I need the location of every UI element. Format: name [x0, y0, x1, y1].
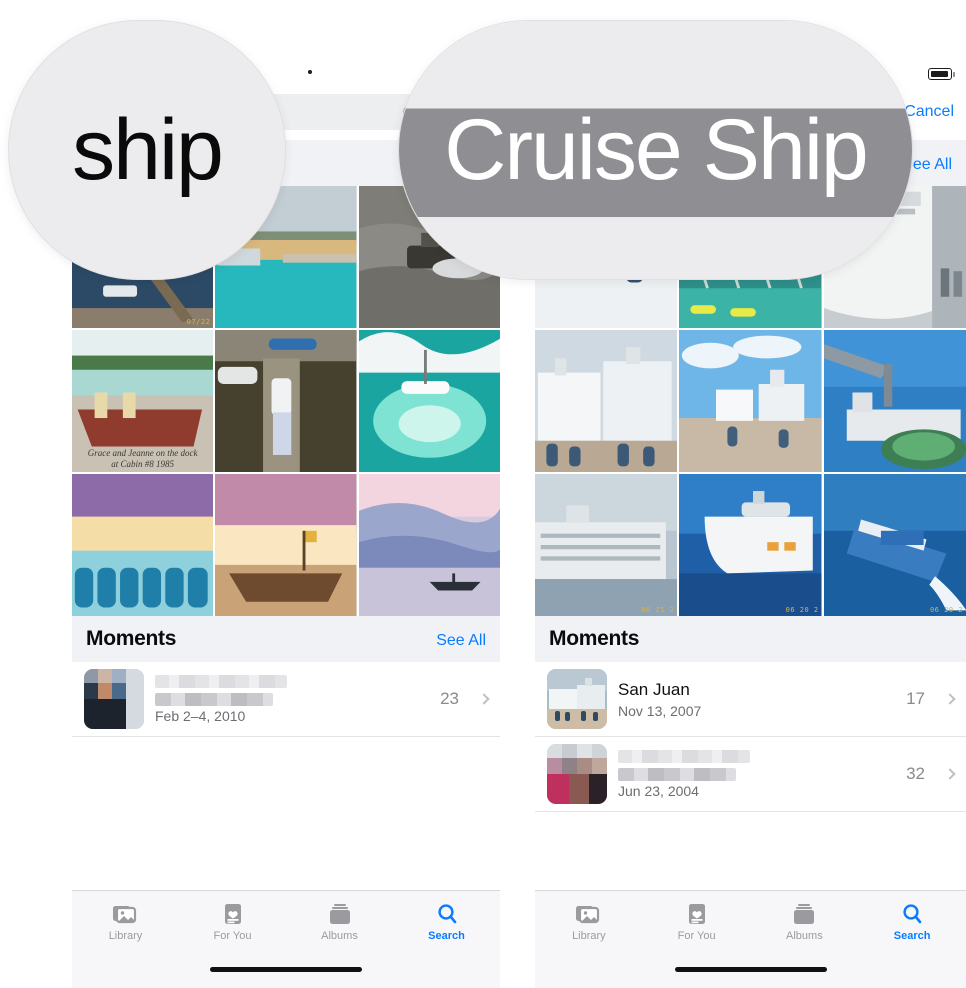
- photo-thumbnail[interactable]: [358, 474, 500, 616]
- photos-icon: [575, 903, 602, 925]
- tab-label: For You: [677, 929, 716, 942]
- moment-list-item[interactable]: Feb 2–4, 2010 23: [72, 662, 500, 737]
- photo-thumbnail[interactable]: [535, 330, 678, 472]
- moment-title-redacted: [618, 749, 750, 763]
- foryou-icon: [684, 903, 710, 925]
- tab-bar-left: Library For You Albums Search: [72, 890, 500, 988]
- moments-section-header-left: Moments See All: [72, 616, 500, 662]
- screenshot-root: ship Cancel 64 Photos See All: [0, 0, 966, 988]
- photo-date-stamp: 06 20 2: [929, 606, 963, 614]
- moment-title: San Juan: [618, 680, 690, 700]
- photo-thumbnail[interactable]: Grace and Jeanne on the dock at Cabin #8…: [72, 330, 214, 472]
- zoom-callout-keyword-text: ship: [72, 102, 224, 198]
- tab-bar-right: Library For You Albums Search: [535, 890, 966, 988]
- photos-icon: [112, 903, 139, 925]
- status-indicator-dot: [308, 70, 312, 74]
- moment-thumbnail: [547, 669, 607, 729]
- zoom-callout-suggestion: Cruise Ship: [398, 20, 913, 280]
- battery-icon: [928, 68, 955, 80]
- moment-date: Feb 2–4, 2010: [155, 707, 246, 724]
- tab-label: Search: [428, 929, 465, 942]
- photo-date-stamp: 06 20 2: [785, 606, 819, 614]
- search-icon: [434, 903, 460, 925]
- photo-thumbnail[interactable]: [358, 330, 500, 472]
- moment-photo-count: 23: [440, 689, 459, 708]
- moment-text-block: San Juan Nov 13, 2007: [618, 679, 895, 718]
- chevron-right-icon: [478, 693, 490, 705]
- tab-search[interactable]: Search: [858, 903, 966, 942]
- home-indicator: [210, 967, 362, 972]
- photo-thumbnail[interactable]: 06 21 2: [535, 474, 678, 616]
- moment-date: Jun 23, 2004: [618, 782, 699, 799]
- chevron-right-icon: [944, 768, 956, 780]
- moment-title-redacted-2: [618, 767, 736, 781]
- chevron-right-icon: [944, 693, 956, 705]
- moment-text-block: Feb 2–4, 2010: [155, 674, 429, 724]
- home-indicator: [674, 967, 827, 972]
- moment-text-block: Jun 23, 2004: [618, 749, 895, 799]
- moment-thumbnail: [84, 669, 144, 729]
- moment-title-redacted: [155, 674, 287, 688]
- tab-library[interactable]: Library: [535, 903, 643, 942]
- moment-list-item[interactable]: Jun 23, 2004 32: [535, 737, 966, 812]
- tab-label: Library: [108, 929, 143, 942]
- photo-thumbnail[interactable]: [215, 330, 357, 472]
- moments-see-all-link[interactable]: See All: [436, 632, 486, 650]
- tab-label: Albums: [321, 929, 358, 942]
- cancel-button[interactable]: Cancel: [904, 103, 954, 121]
- tab-for-you[interactable]: For You: [179, 903, 286, 942]
- tab-label: Library: [572, 929, 606, 942]
- moment-thumbnail: [547, 744, 607, 804]
- moment-title-redacted-2: [155, 692, 273, 706]
- tab-library[interactable]: Library: [72, 903, 179, 942]
- moments-section-header-right: Moments: [535, 616, 966, 662]
- tab-label: For You: [213, 929, 252, 942]
- photo-thumbnail[interactable]: 06 20 2: [679, 474, 822, 616]
- moment-photo-count: 17: [906, 689, 925, 708]
- tab-label: Search: [893, 929, 931, 942]
- foryou-icon: [220, 903, 246, 925]
- albums-icon: [327, 903, 353, 925]
- moments-section-title: Moments: [86, 627, 177, 650]
- photo-date-stamp: 07/22: [186, 318, 211, 326]
- zoom-callout-pill: Cruise Ship: [399, 21, 912, 279]
- moment-date: Nov 13, 2007: [618, 702, 702, 719]
- photo-thumbnail[interactable]: 06 20 2: [823, 474, 966, 616]
- moments-section-title: Moments: [549, 627, 640, 650]
- moment-list-item[interactable]: San Juan Nov 13, 2007 17: [535, 662, 966, 737]
- photo-thumbnail[interactable]: [72, 474, 214, 616]
- photo-thumbnail[interactable]: [215, 474, 357, 616]
- photo-thumbnail[interactable]: [823, 330, 966, 472]
- zoom-callout-suggestion-text: Cruise Ship: [444, 102, 869, 198]
- tab-search[interactable]: Search: [393, 903, 500, 942]
- zoom-callout-keyword: ship: [8, 20, 286, 280]
- photo-date-stamp: 06 21 2: [641, 606, 675, 614]
- albums-icon: [791, 903, 817, 925]
- tab-for-you[interactable]: For You: [643, 903, 751, 942]
- photo-handwritten-caption: Grace and Jeanne on the dock at Cabin #8…: [87, 448, 198, 469]
- tab-albums[interactable]: Albums: [286, 903, 393, 942]
- photo-thumbnail[interactable]: [679, 330, 822, 472]
- tab-label: Albums: [786, 929, 823, 942]
- search-icon: [899, 903, 925, 925]
- tab-albums[interactable]: Albums: [751, 903, 859, 942]
- moment-photo-count: 32: [906, 764, 925, 783]
